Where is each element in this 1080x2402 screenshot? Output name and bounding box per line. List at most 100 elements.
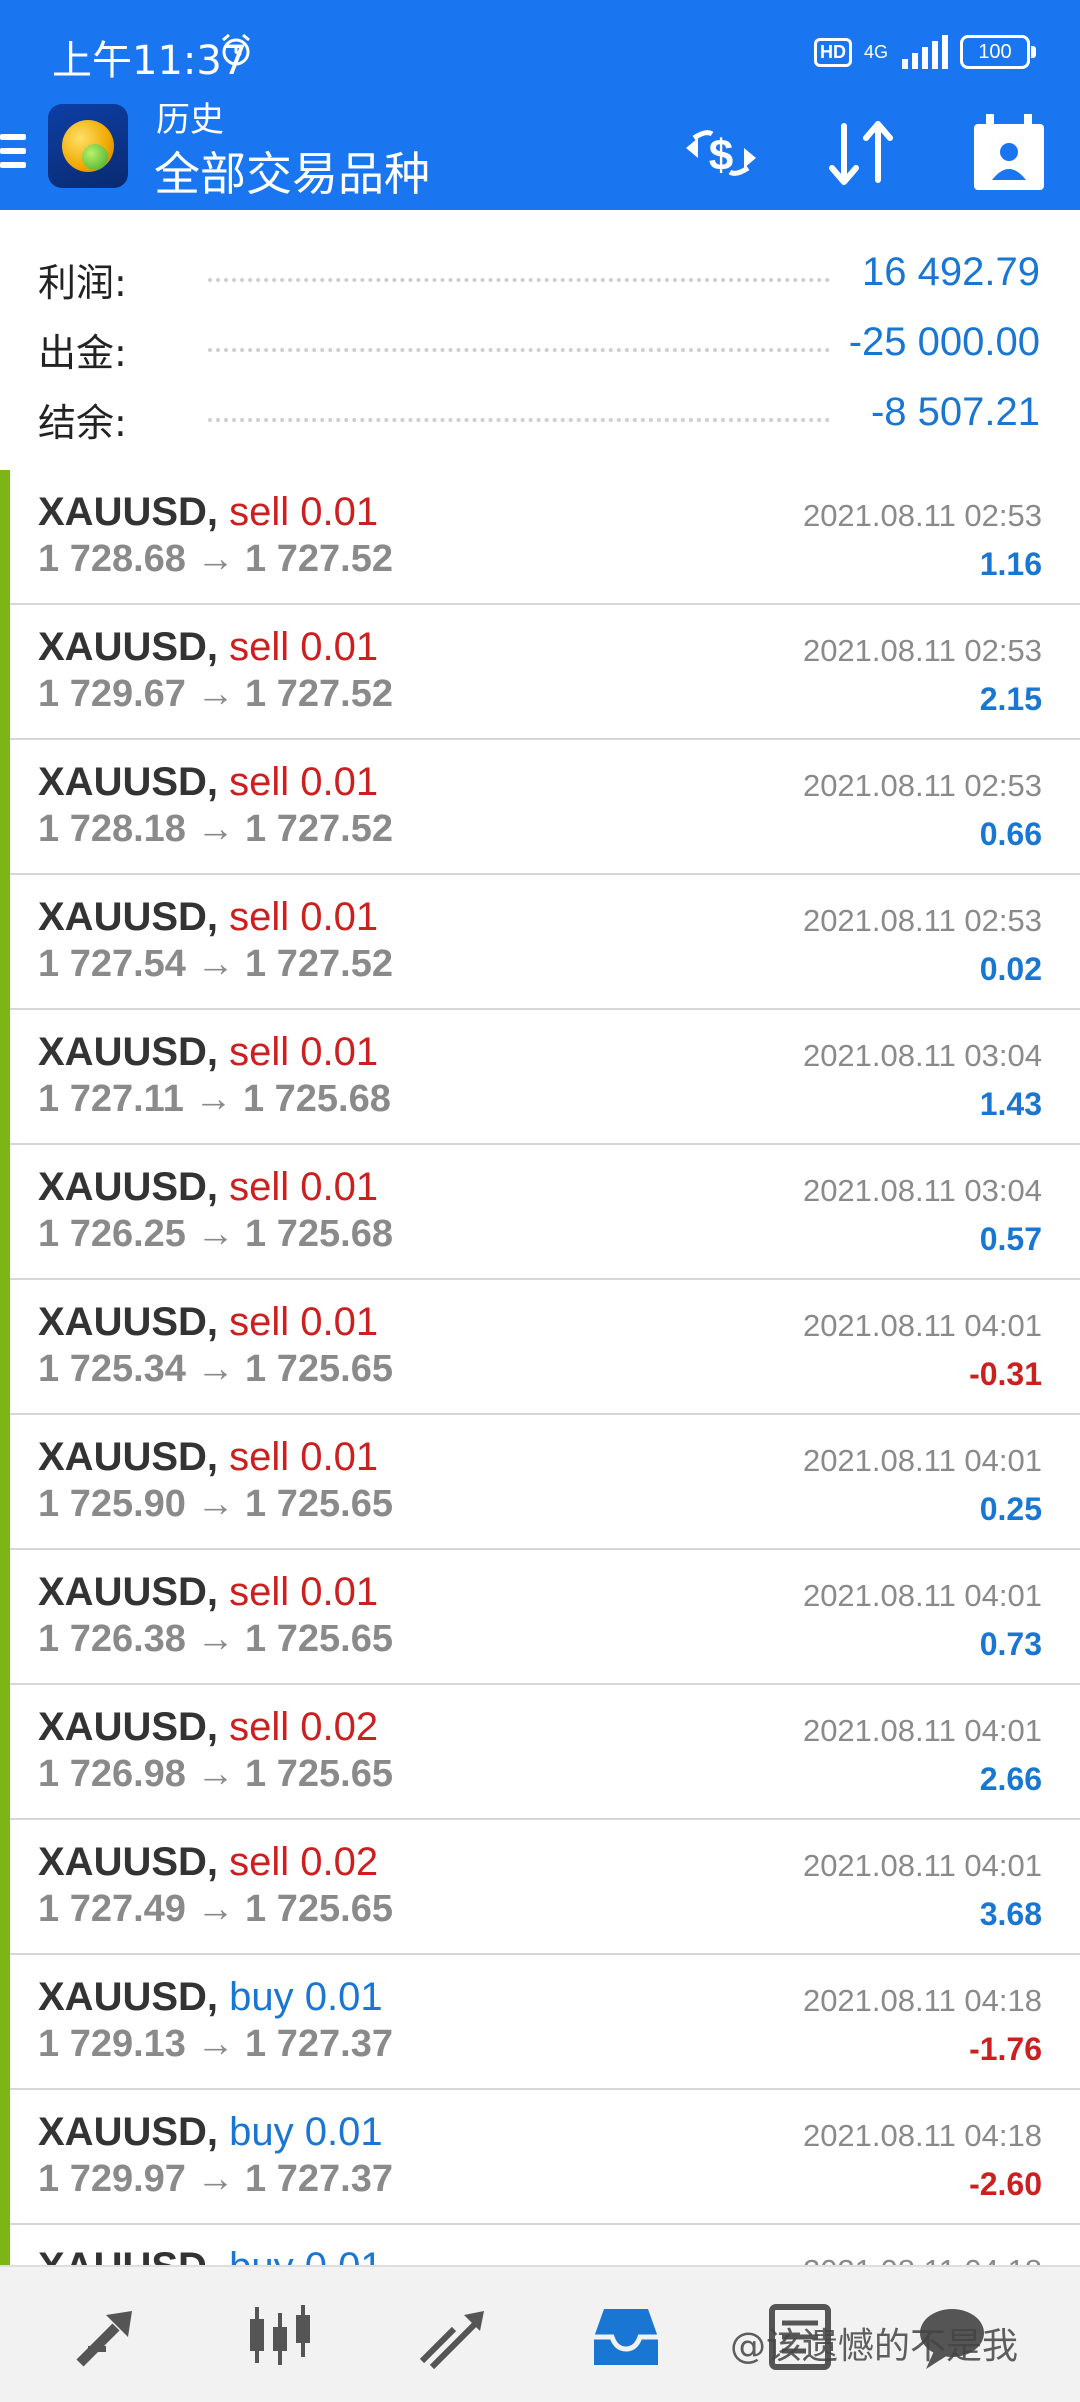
deal-indicator-bar <box>0 1415 10 1550</box>
deal-close-price: 1 727.52 <box>245 673 393 715</box>
deal-open-price: 1 725.90 <box>38 1483 186 1525</box>
deal-indicator-bar <box>0 2090 10 2225</box>
deal-indicator-bar <box>0 470 10 605</box>
deal-symbol-line: XAUUSD, sell 0.01 <box>38 1300 378 1345</box>
deal-open-price: 1 729.97 <box>38 2158 186 2200</box>
deal-open-price: 1 726.38 <box>38 1618 186 1660</box>
deal-symbol: XAUUSD, <box>38 1165 219 1209</box>
app-logo <box>48 104 128 188</box>
deal-symbol-line: XAUUSD, sell 0.01 <box>38 895 378 940</box>
deal-row[interactable]: XAUUSD, sell 0.01 1 727.54 → 1 727.52 2021… <box>0 875 1080 1010</box>
summary-value: -25 000.00 <box>848 320 1040 364</box>
deal-close-price: 1 725.68 <box>242 1078 391 1120</box>
deal-time: 2021.08.11 03:04 <box>802 1038 1042 1073</box>
deal-row[interactable]: XAUUSD, buy 0.01 → 2021.08.11 04:18 <box>0 2225 1080 2265</box>
deal-time: 2021.08.11 02:53 <box>802 903 1042 938</box>
dollar-exchange-icon[interactable]: $ <box>676 108 766 198</box>
deal-side-volume: sell 0.01 <box>229 760 379 804</box>
deal-open-price: 1 729.13 <box>38 2023 186 2065</box>
deal-row[interactable]: XAUUSD, sell 0.01 1 728.68 → 1 727.52 2021… <box>0 470 1080 605</box>
deal-prices: 1 725.34 → 1 725.65 <box>38 1348 393 1391</box>
deal-close-price: 1 727.52 <box>245 808 393 850</box>
deal-profit: 0.57 <box>979 1221 1042 1257</box>
deal-close-price: 1 727.37 <box>245 2023 393 2065</box>
deal-row[interactable]: XAUUSD, sell 0.01 1 726.38 → 1 725.65 2021… <box>0 1550 1080 1685</box>
deal-indicator-bar <box>0 1145 10 1280</box>
deal-open-price: 1 727.49 <box>38 1888 186 1930</box>
bottom-nav: @该遗憾的不是我 <box>0 2265 1080 2402</box>
deal-prices: 1 727.54 → 1 727.52 <box>38 943 393 986</box>
deal-prices: 1 729.13 → 1 727.37 <box>38 2023 393 2066</box>
sort-icon[interactable] <box>818 108 908 198</box>
history-icon[interactable] <box>586 2297 666 2377</box>
deal-symbol: XAUUSD, <box>38 1840 219 1884</box>
deal-side-volume: buy 0.01 <box>229 2110 383 2154</box>
deal-open-price: 1 727.54 <box>38 943 186 985</box>
summary-label: 利润: <box>38 261 127 305</box>
deal-symbol: XAUUSD, <box>38 1435 219 1479</box>
deal-open-price: 1 729.67 <box>38 673 186 715</box>
deal-row[interactable]: XAUUSD, sell 0.01 1 725.34 → 1 725.65 2021… <box>0 1280 1080 1415</box>
deal-indicator-bar <box>0 1685 10 1820</box>
deal-symbol-line: XAUUSD, sell 0.01 <box>38 1435 378 1480</box>
deal-prices: 1 726.98 → 1 725.65 <box>38 1753 393 1796</box>
deal-profit: 0.66 <box>979 816 1042 852</box>
dotted-leader <box>208 348 830 352</box>
deal-row[interactable]: XAUUSD, buy 0.01 1 729.97 → 1 727.37 2021.… <box>0 2090 1080 2225</box>
deal-side-volume: buy 0.01 <box>229 1975 383 2019</box>
summary-row-withdrawal: 出金: -25 000.00 <box>0 314 1080 375</box>
deal-time: 2021.08.11 04:18 <box>802 2118 1042 2153</box>
deal-row[interactable]: XAUUSD, buy 0.01 1 729.13 → 1 727.37 2021.… <box>0 1955 1080 2090</box>
deal-open-price: 1 727.11 <box>38 1078 184 1120</box>
deal-row[interactable]: XAUUSD, sell 0.02 1 726.98 → 1 725.65 2021… <box>0 1685 1080 1820</box>
symbol-filter-title[interactable]: 全部交易品种 <box>154 138 430 204</box>
deal-close-price: 1 727.52 <box>245 538 393 580</box>
deal-row[interactable]: XAUUSD, sell 0.02 1 727.49 → 1 725.65 2021… <box>0 1820 1080 1955</box>
quotes-icon[interactable] <box>66 2297 146 2377</box>
deal-time: 2021.08.11 04:01 <box>802 1713 1042 1748</box>
chart-icon[interactable] <box>240 2297 320 2377</box>
deal-close-price: 1 725.65 <box>245 1618 393 1660</box>
deal-time: 2021.08.11 02:53 <box>802 633 1042 668</box>
deal-open-price: 1 726.25 <box>38 1213 186 1255</box>
deal-symbol: XAUUSD, <box>38 1570 219 1614</box>
arrow-right-icon: → <box>196 808 235 850</box>
deal-open-price: 1 725.34 <box>38 1348 186 1390</box>
deal-row[interactable]: XAUUSD, sell 0.01 1 727.11 → 1 725.68 2021… <box>0 1010 1080 1145</box>
deal-symbol: XAUUSD, <box>38 1705 219 1749</box>
deal-row[interactable]: XAUUSD, sell 0.01 1 726.25 → 1 725.68 2021… <box>0 1145 1080 1280</box>
deal-symbol-line: XAUUSD, buy 0.01 <box>38 2245 383 2265</box>
deal-time: 2021.08.11 04:01 <box>802 1308 1042 1343</box>
arrow-right-icon: → <box>196 538 235 580</box>
status-right-group: HD 4G 100 <box>813 30 1036 74</box>
deal-open-price: 1 728.18 <box>38 808 186 850</box>
hd-badge: HD <box>813 37 852 67</box>
menu-icon[interactable] <box>0 126 28 186</box>
arrow-right-icon: → <box>196 1888 235 1930</box>
deal-row[interactable]: XAUUSD, sell 0.01 1 729.67 → 1 727.52 2021… <box>0 605 1080 740</box>
deal-prices: 1 729.97 → 1 727.37 <box>38 2158 393 2201</box>
summary-panel: 利润: 16 492.79 出金: -25 000.00 结余: -8 507.… <box>0 210 1080 472</box>
arrow-right-icon: → <box>196 2023 235 2065</box>
deal-symbol-line: XAUUSD, sell 0.01 <box>38 760 378 805</box>
trade-icon[interactable] <box>414 2297 494 2377</box>
deal-open-price: 1 728.68 <box>38 538 186 580</box>
deal-symbol-line: XAUUSD, sell 0.01 <box>38 1030 378 1075</box>
deal-profit: 1.16 <box>979 546 1042 582</box>
calendar-icon[interactable] <box>964 108 1054 198</box>
deal-indicator-bar <box>0 1010 10 1145</box>
dotted-leader <box>208 418 830 422</box>
deal-symbol: XAUUSD, <box>38 490 219 534</box>
deal-time: 2021.08.11 04:18 <box>803 2253 1042 2265</box>
deal-time: 2021.08.11 04:01 <box>802 1578 1042 1613</box>
deal-side-volume: sell 0.01 <box>229 1435 379 1479</box>
deal-profit: 3.68 <box>979 1896 1042 1932</box>
deal-indicator-bar <box>0 875 10 1010</box>
deal-row[interactable]: XAUUSD, sell 0.01 1 725.90 → 1 725.65 2021… <box>0 1415 1080 1550</box>
deal-symbol-line: XAUUSD, sell 0.01 <box>38 1165 378 1210</box>
deal-profit: -1.76 <box>969 2031 1042 2067</box>
deal-side-volume: sell 0.02 <box>229 1840 379 1884</box>
deal-time: 2021.08.11 02:53 <box>802 768 1042 803</box>
deal-row[interactable]: XAUUSD, sell 0.01 1 728.18 → 1 727.52 2021… <box>0 740 1080 875</box>
deals-list[interactable]: XAUUSD, sell 0.01 1 728.68 → 1 727.52 2021… <box>0 470 1080 2265</box>
